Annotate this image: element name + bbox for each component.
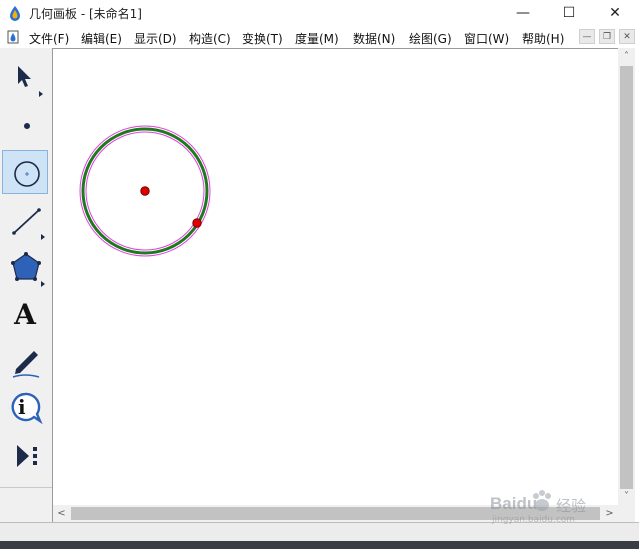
menu-transform[interactable]: 变换(T) bbox=[242, 30, 283, 47]
scroll-up-icon: ˄ bbox=[624, 51, 629, 62]
minimize-button[interactable]: — bbox=[500, 0, 546, 26]
tool-information[interactable]: i bbox=[2, 386, 48, 430]
taskbar-edge bbox=[0, 541, 639, 549]
menu-display[interactable]: 显示(D) bbox=[134, 30, 177, 47]
maximize-icon: ☐ bbox=[562, 5, 576, 21]
scroll-left-icon: < bbox=[57, 508, 66, 519]
mdi-close-button[interactable]: ✕ bbox=[619, 29, 635, 44]
app-icon bbox=[10, 6, 20, 21]
menu-construct[interactable]: 构造(C) bbox=[189, 30, 231, 47]
mdi-minimize-button[interactable]: — bbox=[579, 29, 595, 44]
watermark-brand-cn: 经验 bbox=[556, 497, 587, 515]
marker-icon bbox=[12, 351, 40, 378]
tool-point[interactable] bbox=[2, 103, 48, 147]
radius-point[interactable] bbox=[192, 218, 202, 228]
polygon-icon bbox=[11, 252, 45, 287]
tool-compass[interactable] bbox=[2, 150, 48, 194]
sketch-drawing bbox=[79, 125, 211, 257]
scroll-up-button[interactable]: ˄ bbox=[618, 48, 635, 65]
custom-tools-icon bbox=[17, 445, 37, 467]
compass-icon bbox=[14, 161, 40, 187]
arrow-select-icon bbox=[18, 66, 43, 97]
vertical-scroll-thumb[interactable] bbox=[620, 66, 633, 489]
menu-graph[interactable]: 绘图(G) bbox=[409, 30, 452, 47]
tool-polygon[interactable] bbox=[2, 245, 48, 289]
watermark-url: jingyan.baidu.com bbox=[492, 515, 576, 525]
watermark-brand: Baidu bbox=[490, 494, 538, 513]
maximize-button[interactable]: ☐ bbox=[546, 0, 592, 26]
menu-data[interactable]: 数据(N) bbox=[353, 30, 395, 47]
toolbox-divider bbox=[0, 487, 52, 488]
straightedge-icon bbox=[12, 208, 45, 240]
tool-text[interactable]: A bbox=[2, 292, 48, 336]
scroll-left-button[interactable]: < bbox=[53, 505, 70, 522]
close-button[interactable]: ✕ bbox=[592, 0, 638, 26]
title-bar: 几何画板 - [未命名1] — ☐ ✕ bbox=[0, 0, 639, 26]
menu-file[interactable]: 文件(F) bbox=[29, 30, 69, 47]
minimize-icon: — bbox=[516, 5, 530, 21]
document-icon[interactable] bbox=[6, 30, 20, 44]
window-right-edge bbox=[635, 48, 639, 522]
window-title: 几何画板 - [未命名1] bbox=[29, 7, 142, 21]
sketch-canvas[interactable] bbox=[53, 48, 618, 505]
mdi-restore-icon: ❐ bbox=[602, 31, 612, 42]
close-icon: ✕ bbox=[609, 5, 621, 21]
baidu-watermark: Baidu 经验 jingyan.baidu.com bbox=[490, 490, 630, 530]
menu-help[interactable]: 帮助(H) bbox=[522, 30, 564, 47]
tool-custom-tools[interactable] bbox=[2, 433, 48, 477]
mdi-restore-button[interactable]: ❐ bbox=[599, 29, 615, 44]
mdi-close-icon: ✕ bbox=[623, 31, 631, 42]
menu-measure[interactable]: 度量(M) bbox=[295, 30, 339, 47]
toolbox: A i bbox=[0, 48, 53, 522]
mdi-minimize-icon: — bbox=[582, 31, 592, 42]
tool-arrow-select[interactable] bbox=[2, 56, 48, 100]
menu-edit[interactable]: 编辑(E) bbox=[81, 30, 122, 47]
menu-bar: 文件(F) 编辑(E) 显示(D) 构造(C) 变换(T) 度量(M) 数据(N… bbox=[0, 26, 639, 49]
center-point[interactable] bbox=[140, 186, 150, 196]
information-letter: i bbox=[18, 395, 26, 419]
text-tool-icon: A bbox=[14, 297, 36, 331]
tool-marker[interactable] bbox=[2, 339, 48, 383]
point-icon bbox=[24, 123, 30, 129]
tool-straightedge[interactable] bbox=[2, 198, 48, 242]
menu-window[interactable]: 窗口(W) bbox=[464, 30, 509, 47]
